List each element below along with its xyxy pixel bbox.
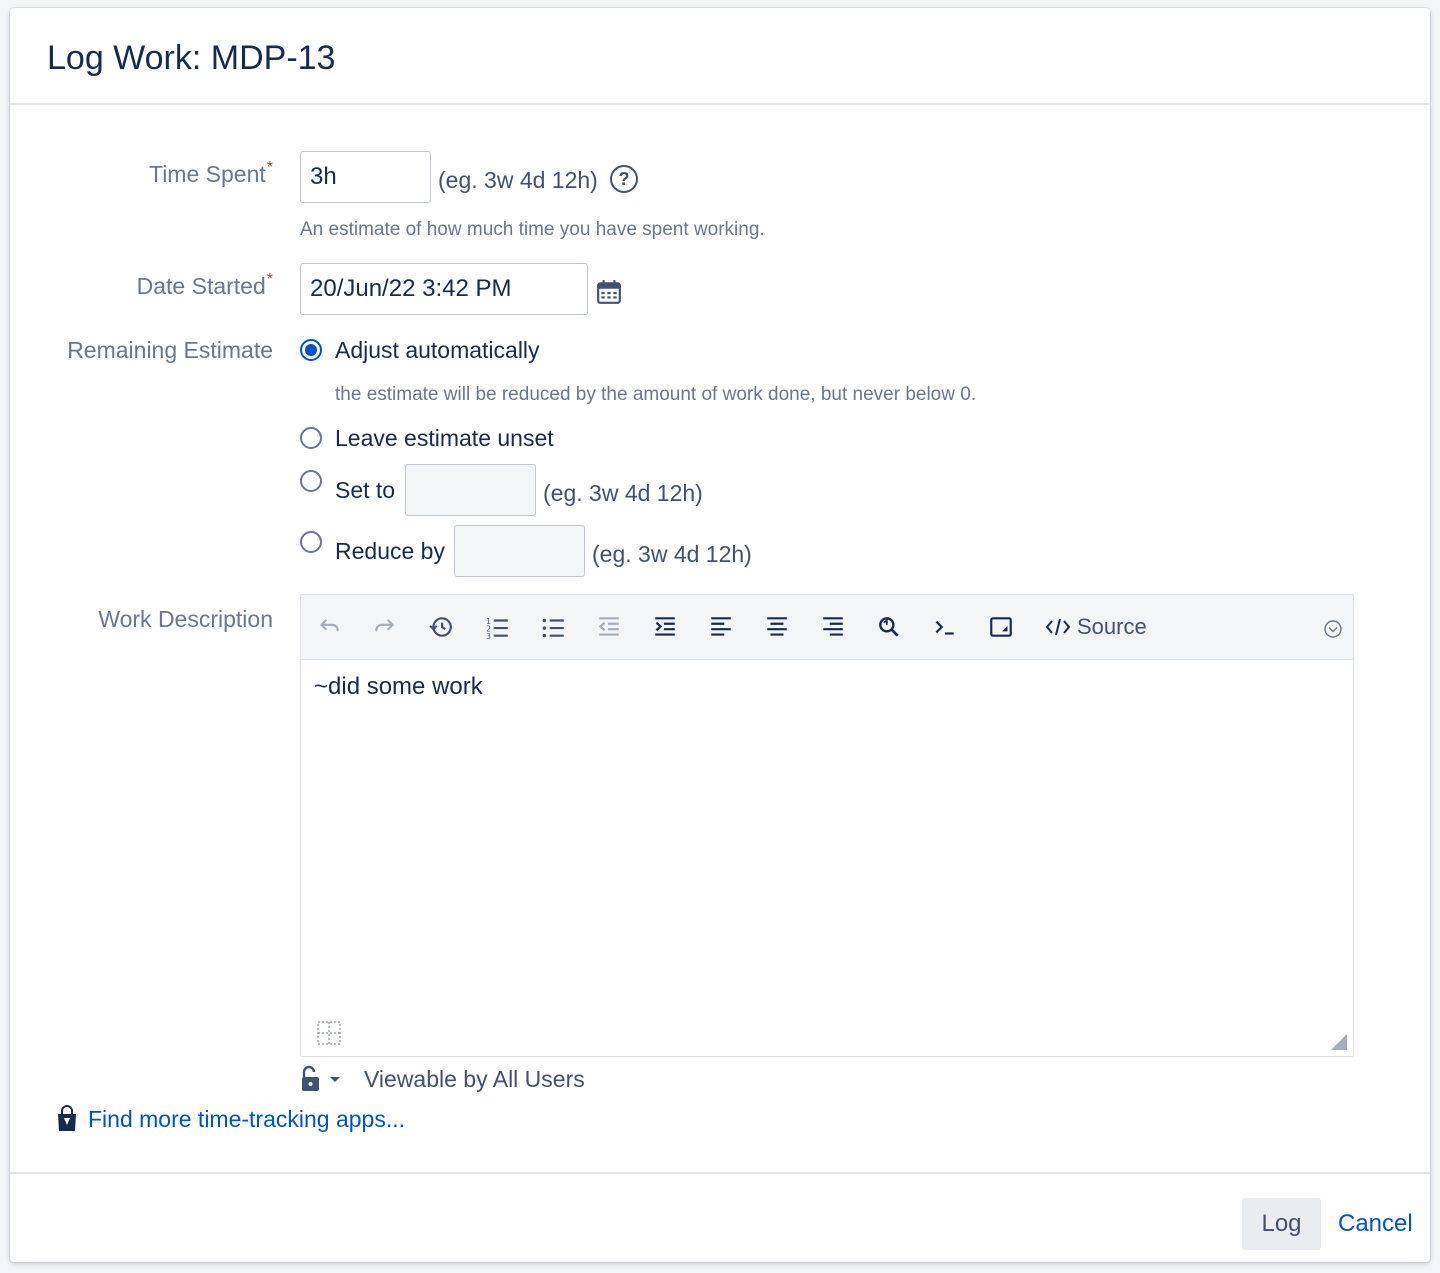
indent-icon[interactable] [649, 611, 681, 643]
radio-label-adjust: Adjust automatically [335, 337, 540, 363]
unlock-icon [302, 1065, 319, 1091]
log-button[interactable]: Log [1242, 1198, 1321, 1250]
redo-icon[interactable] [369, 611, 401, 643]
dialog-title: Log Work: MDP-13 [47, 39, 336, 77]
calendar-icon[interactable] [596, 279, 622, 305]
dialog-footer: Log Cancel [10, 1172, 1430, 1262]
preview-icon[interactable] [985, 611, 1017, 643]
required-marker: * [266, 271, 273, 288]
reduce-by-hint: (eg. 3w 4d 12h) [592, 541, 752, 567]
required-marker: * [266, 159, 273, 176]
remaining-estimate-label: Remaining Estimate [67, 337, 273, 363]
radio-adjust-automatically[interactable] [300, 339, 322, 361]
find-replace-icon[interactable] [873, 611, 905, 643]
set-to-input[interactable] [405, 464, 536, 516]
adjust-description: the estimate will be reduced by the amou… [335, 384, 977, 405]
find-more-apps-link[interactable]: Find more time-tracking apps... [88, 1106, 405, 1133]
editor-content[interactable]: ~did some work [314, 673, 483, 701]
radio-label-leave-unset: Leave estimate unset [335, 425, 554, 451]
time-spent-label: Time Spent* [149, 159, 273, 187]
svg-text:3: 3 [486, 632, 491, 640]
log-work-dialog: Log Work: MDP-13 Time Spent* (eg. 3w 4d … [10, 8, 1430, 1262]
chevron-down-icon [330, 1077, 340, 1082]
source-label: Source [1077, 614, 1147, 639]
history-icon[interactable] [425, 611, 457, 643]
outdent-icon[interactable] [593, 611, 625, 643]
dialog-header: Log Work: MDP-13 [10, 8, 1430, 105]
cancel-button[interactable]: Cancel [1330, 1198, 1421, 1250]
radio-leave-unset[interactable] [300, 427, 322, 449]
date-started-input[interactable] [300, 263, 588, 315]
radio-reduce-by[interactable] [300, 531, 322, 553]
reduce-by-input[interactable] [454, 525, 585, 577]
source-button[interactable]: Source [1045, 611, 1147, 643]
editor-toolbar: 123 Source [301, 595, 1353, 660]
align-left-icon[interactable] [705, 611, 737, 643]
help-icon[interactable]: ? [610, 165, 638, 193]
visibility-text: Viewable by All Users [364, 1065, 585, 1092]
align-center-icon[interactable] [761, 611, 793, 643]
align-right-icon[interactable] [817, 611, 849, 643]
visibility-selector[interactable]: Viewable by All Users [300, 1061, 585, 1097]
work-description-label: Work Description [98, 606, 273, 632]
radio-set-to[interactable] [300, 470, 322, 492]
set-to-hint: (eg. 3w 4d 12h) [543, 480, 703, 506]
bullet-list-icon[interactable] [537, 611, 569, 643]
code-icon[interactable] [929, 611, 961, 643]
radio-label-reduce-by: Reduce by [335, 538, 445, 564]
marketplace-row: Find more time-tracking apps... [56, 1101, 405, 1137]
rich-text-editor: 123 Source ~did some work [300, 594, 1354, 1057]
numbered-list-icon[interactable]: 123 [481, 611, 513, 643]
resize-handle-icon[interactable] [1331, 1034, 1347, 1050]
time-spent-description: An estimate of how much time you have sp… [300, 219, 765, 240]
more-options-icon[interactable] [1323, 619, 1343, 639]
undo-icon[interactable] [313, 611, 345, 643]
shopping-bag-icon [58, 1105, 76, 1131]
time-spent-hint: (eg. 3w 4d 12h) [438, 167, 598, 193]
time-spent-input[interactable] [300, 151, 431, 203]
source-code-icon [1045, 618, 1071, 636]
date-started-label: Date Started* [136, 271, 273, 299]
radio-label-set-to: Set to [335, 477, 396, 503]
table-icon[interactable] [317, 1021, 341, 1045]
